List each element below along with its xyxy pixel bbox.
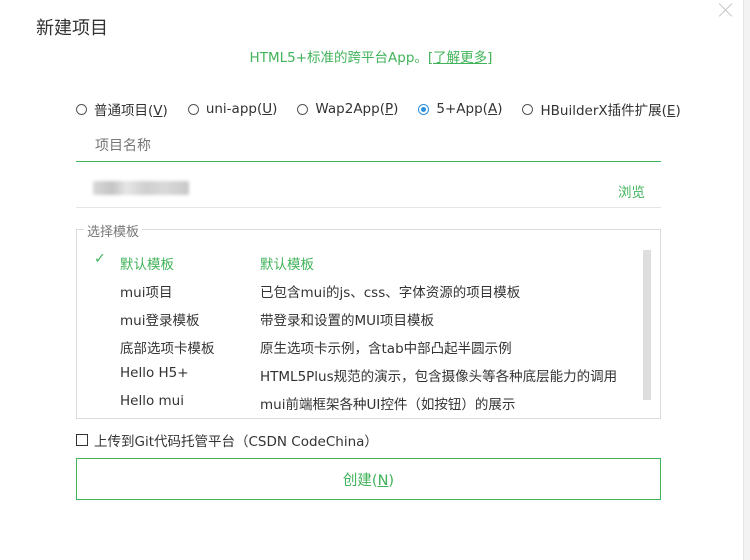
git-upload-option[interactable]: 上传到Git代码托管平台（CSDN CodeChina）: [76, 430, 378, 450]
template-name: 底部选项卡模板: [120, 341, 215, 357]
radio-button[interactable]: [418, 103, 430, 115]
radio-label: 普通项目(V): [94, 103, 168, 119]
template-group: 选择模板 ✓ 默认模板 默认模板 mui项目 已包含mui的js、css、字体资…: [76, 221, 661, 419]
create-button[interactable]: 创建(N): [76, 458, 661, 500]
close-icon[interactable]: [716, 0, 736, 20]
project-type-group: 普通项目(V) uni-app(U) Wap2App(P) 5+App(A) H…: [76, 99, 681, 119]
template-row[interactable]: mui项目 已包含mui的js、css、字体资源的项目模板: [77, 279, 637, 307]
radio-uni-app[interactable]: uni-app(U): [187, 99, 278, 119]
project-path-field[interactable]: 浏览: [76, 175, 661, 208]
git-upload-checkbox[interactable]: [76, 434, 88, 446]
template-list-scrollbar[interactable]: [643, 250, 651, 400]
template-name: mui登录模板: [120, 313, 200, 329]
new-project-dialog: 新建项目 HTML5+标准的跨平台App。[了解更多] 普通项目(V) uni-…: [0, 0, 750, 560]
template-name: Hello H5+: [120, 365, 189, 381]
template-name: 默认模板: [120, 257, 174, 273]
radio-label: Wap2App(P): [315, 101, 399, 117]
git-upload-label: 上传到Git代码托管平台（CSDN CodeChina）: [94, 434, 378, 450]
radio-button[interactable]: [187, 103, 199, 115]
radio-label: HBuilderX插件扩展(E): [540, 103, 681, 119]
window-edge: [743, 0, 750, 560]
radio-hbuilderx-plugin[interactable]: HBuilderX插件扩展(E): [522, 99, 681, 119]
template-name: Hello mui: [120, 393, 184, 409]
check-icon: ✓: [94, 251, 106, 267]
dialog-title: 新建项目: [36, 18, 108, 39]
radio-5plus-app[interactable]: 5+App(A): [418, 99, 502, 119]
template-desc: 默认模板: [260, 257, 314, 273]
template-row[interactable]: 底部选项卡模板 原生选项卡示例，含tab中部凸起半圆示例: [77, 335, 637, 363]
template-row[interactable]: mui登录模板 带登录和设置的MUI项目模板: [77, 307, 637, 335]
radio-wap2app[interactable]: Wap2App(P): [297, 99, 398, 119]
template-desc: 带登录和设置的MUI项目模板: [260, 313, 435, 329]
project-name-input[interactable]: [76, 130, 661, 162]
radio-label: 5+App(A): [436, 101, 503, 117]
template-desc: 原生选项卡示例，含tab中部凸起半圆示例: [260, 341, 512, 357]
radio-button[interactable]: [297, 103, 309, 115]
dialog-subtitle: HTML5+标准的跨平台App。[了解更多]: [0, 46, 742, 66]
template-group-legend: 选择模板: [84, 221, 143, 240]
template-row[interactable]: Hello H5+ HTML5Plus规范的演示，包含摄像头等各种底层能力的调用: [77, 363, 637, 391]
radio-normal-project[interactable]: 普通项目(V): [76, 99, 168, 119]
template-name: mui项目: [120, 285, 173, 301]
browse-button[interactable]: 浏览: [618, 181, 645, 201]
radio-label: uni-app(U): [205, 101, 278, 117]
template-row[interactable]: ✓ 默认模板 默认模板: [77, 251, 637, 279]
template-desc: mui前端框架各种UI控件（如按钮）的展示: [260, 397, 516, 413]
template-row[interactable]: Hello mui mui前端框架各种UI控件（如按钮）的展示: [77, 391, 637, 419]
create-button-label: 创建(N): [342, 472, 395, 489]
subtitle-text: HTML5+标准的跨平台App。: [249, 50, 428, 66]
project-path-value-redacted: [93, 181, 189, 195]
learn-more-link[interactable]: [了解更多]: [428, 50, 493, 66]
template-list: ✓ 默认模板 默认模板 mui项目 已包含mui的js、css、字体资源的项目模…: [77, 251, 637, 419]
template-desc: HTML5Plus规范的演示，包含摄像头等各种底层能力的调用: [260, 369, 618, 385]
radio-button[interactable]: [522, 103, 534, 115]
radio-button[interactable]: [76, 103, 87, 115]
template-desc: 已包含mui的js、css、字体资源的项目模板: [260, 285, 521, 301]
